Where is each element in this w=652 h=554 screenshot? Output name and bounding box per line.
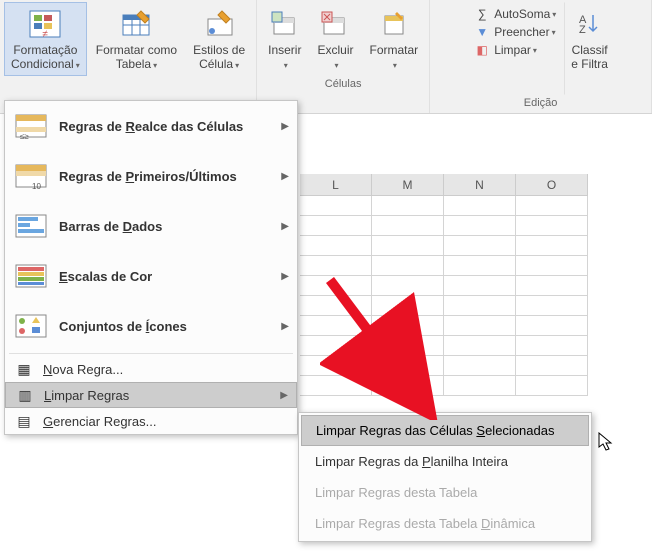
column-header[interactable]: O (516, 174, 588, 195)
top-bottom-label: Regras de Primeiros/Últimos (59, 169, 281, 184)
new-rule-label: Nova Regra... (43, 362, 289, 377)
menu-separator (9, 353, 293, 354)
icon-sets-label: Conjuntos de Ícones (59, 319, 281, 334)
cells-group-label: Células (325, 76, 362, 92)
insert-label: Inserir (268, 43, 301, 57)
clear-table-item: Limpar Regras desta Tabela (301, 477, 589, 508)
submenu-arrow-icon: ▶ (281, 321, 289, 332)
styles-group: ≠ Formatação Condicional▾ Formatar como … (0, 0, 257, 113)
clear-sheet-label: Limpar Regras da Planilha Inteira (315, 454, 508, 469)
editing-group: ∑AutoSoma ▾ ▼Preencher ▾ ◧Limpar ▾ AZ Cl… (430, 0, 652, 113)
highlight-rules-icon: ≤≥ (13, 108, 49, 144)
format-as-table-button[interactable]: Formatar como Tabela▾ (89, 2, 184, 76)
conditional-formatting-menu: ≤≥ Regras de Realce das Células ▶ 10 Reg… (4, 100, 298, 435)
insert-icon (270, 7, 300, 41)
data-bars-label: Barras de Dados (59, 219, 281, 234)
column-header[interactable]: M (372, 174, 444, 195)
clear-button[interactable]: ◧Limpar ▾ (472, 42, 558, 58)
clear-rules-icon: ▥ (14, 387, 36, 404)
cell-styles-button[interactable]: Estilos de Célula▾ (186, 2, 252, 76)
svg-text:Z: Z (579, 24, 586, 36)
format-label: Formatar (369, 43, 418, 57)
insert-button[interactable]: Inserir▾ (261, 2, 308, 76)
color-scales-item[interactable]: Escalas de Cor ▶ (5, 251, 297, 301)
cell-styles-label: Estilos de Célula▾ (193, 43, 245, 73)
data-bars-item[interactable]: Barras de Dados ▶ (5, 201, 297, 251)
column-header[interactable]: N (444, 174, 516, 195)
delete-icon (320, 7, 350, 41)
clear-entire-sheet-item[interactable]: Limpar Regras da Planilha Inteira (301, 446, 589, 477)
top-bottom-icon: 10 (13, 158, 49, 194)
clear-pivot-item: Limpar Regras desta Tabela Dinâmica (301, 508, 589, 539)
svg-text:≤≥: ≤≥ (20, 132, 29, 141)
clear-selected-cells-item[interactable]: Limpar Regras das Células Selecionadas (301, 415, 589, 446)
submenu-arrow-icon: ▶ (280, 390, 288, 401)
eraser-icon: ◧ (474, 43, 490, 57)
sigma-icon: ∑ (474, 7, 490, 21)
svg-text:10: 10 (32, 182, 41, 191)
column-header[interactable]: L (300, 174, 372, 195)
icon-sets-icon (13, 308, 49, 344)
top-bottom-rules-item[interactable]: 10 Regras de Primeiros/Últimos ▶ (5, 151, 297, 201)
conditional-formatting-icon: ≠ (28, 7, 62, 41)
icon-sets-item[interactable]: Conjuntos de Ícones ▶ (5, 301, 297, 351)
clear-rules-label: Limpar Regras (44, 388, 280, 403)
conditional-formatting-button[interactable]: ≠ Formatação Condicional▾ (4, 2, 87, 76)
new-rule-icon: ▦ (13, 361, 35, 378)
fill-down-icon: ▼ (474, 25, 490, 39)
sort-icon: AZ (577, 7, 603, 41)
format-table-label: Formatar como Tabela▾ (96, 43, 177, 73)
fill-button[interactable]: ▼Preencher ▾ (472, 24, 558, 40)
editing-group-label: Edição (524, 95, 558, 111)
cond-fmt-label: Formatação Condicional▾ (11, 43, 80, 73)
manage-rules-label: Gerenciar Regras... (43, 414, 289, 429)
format-table-icon (119, 7, 153, 41)
clear-pivot-label: Limpar Regras desta Tabela Dinâmica (315, 516, 535, 531)
data-bars-icon (13, 208, 49, 244)
format-button[interactable]: Formatar▾ (362, 2, 425, 76)
submenu-arrow-icon: ▶ (281, 171, 289, 182)
highlight-rules-label: Regras de Realce das Células (59, 119, 281, 134)
manage-rules-icon: ▤ (13, 413, 35, 430)
clear-selected-label: Limpar Regras das Células Selecionadas (316, 423, 554, 438)
fill-label: Preencher (494, 25, 549, 39)
cell-styles-icon (202, 7, 236, 41)
clear-rules-submenu: Limpar Regras das Células Selecionadas L… (298, 412, 592, 542)
svg-text:≠: ≠ (43, 29, 49, 39)
sort-filter-button[interactable]: AZ Classif e Filtra (564, 2, 615, 95)
cells-group: Inserir▾ Excluir▾ Formatar▾ Células (257, 0, 430, 113)
autosum-label: AutoSoma (494, 7, 550, 21)
clear-rules-item[interactable]: ▥ Limpar Regras ▶ (5, 382, 297, 408)
highlight-cells-rules-item[interactable]: ≤≥ Regras de Realce das Células ▶ (5, 101, 297, 151)
format-icon (379, 7, 409, 41)
manage-rules-item[interactable]: ▤ Gerenciar Regras... (5, 408, 297, 434)
clear-label: Limpar (494, 43, 531, 57)
sort-label: Classif e Filtra (571, 43, 608, 71)
submenu-arrow-icon: ▶ (281, 121, 289, 132)
color-scales-icon (13, 258, 49, 294)
autosum-button[interactable]: ∑AutoSoma ▾ (472, 6, 558, 22)
ribbon: ≠ Formatação Condicional▾ Formatar como … (0, 0, 652, 114)
clear-table-label: Limpar Regras desta Tabela (315, 485, 477, 500)
submenu-arrow-icon: ▶ (281, 271, 289, 282)
submenu-arrow-icon: ▶ (281, 221, 289, 232)
delete-label: Excluir (317, 43, 353, 57)
new-rule-item[interactable]: ▦ Nova Regra... (5, 356, 297, 382)
color-scales-label: Escalas de Cor (59, 269, 281, 284)
delete-button[interactable]: Excluir▾ (310, 2, 360, 76)
